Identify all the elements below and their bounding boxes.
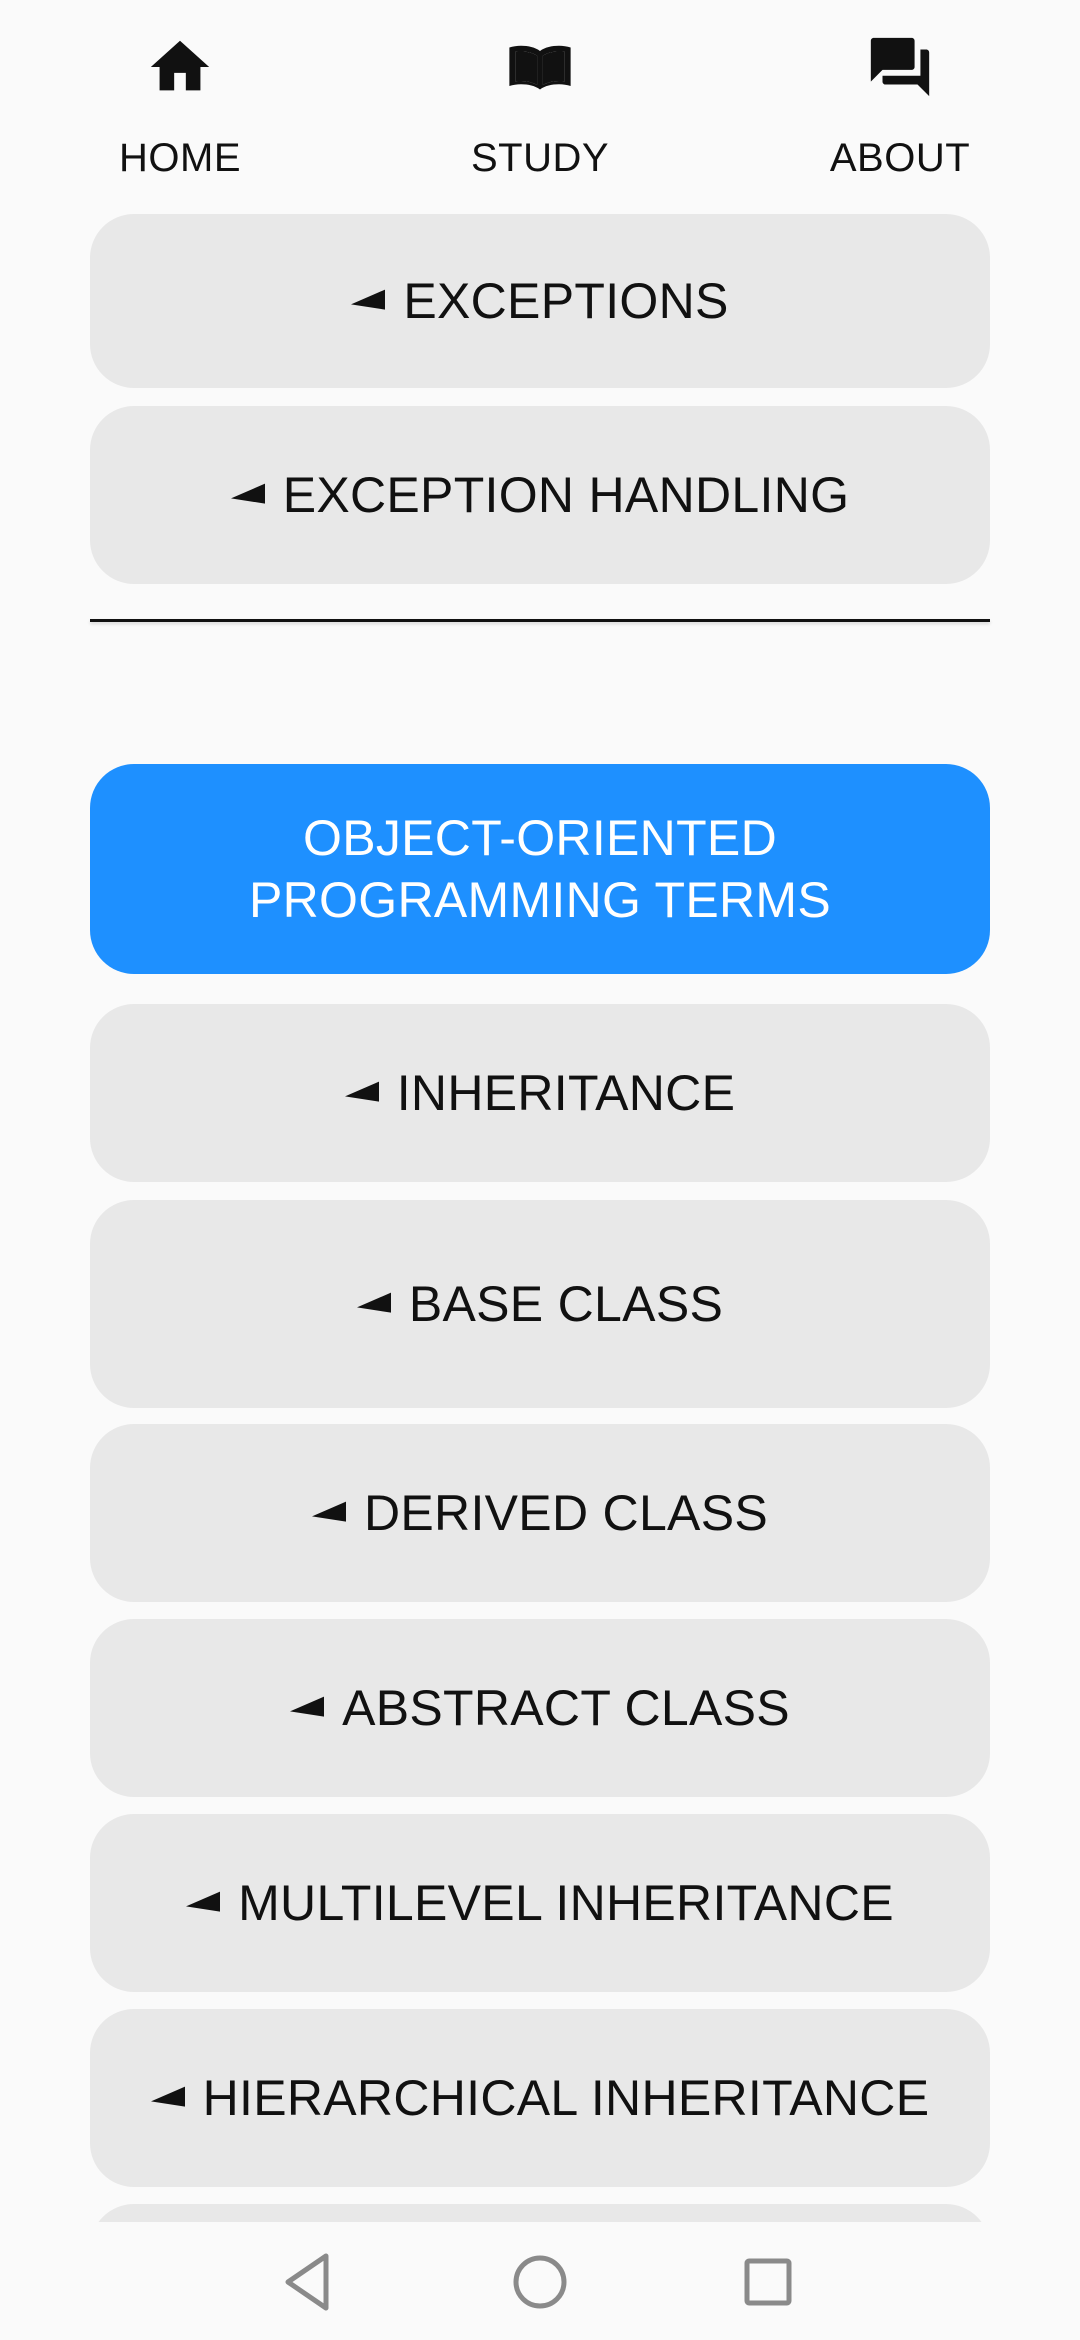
topic-list[interactable]: EXCEPTIONS EXCEPTION HANDLING OBJECT-ORI… bbox=[0, 210, 1080, 2222]
arrow-left-icon bbox=[290, 1696, 325, 1722]
topic-label: DERIVED CLASS bbox=[363, 1485, 769, 1541]
home-icon bbox=[150, 40, 210, 91]
section-header-line: OBJECT-ORIENTED bbox=[303, 810, 777, 866]
arrow-left-icon bbox=[230, 483, 265, 509]
topic-button-exception-handling[interactable]: EXCEPTION HANDLING bbox=[90, 406, 990, 584]
tab-label: HOME bbox=[119, 136, 241, 180]
arrow-left-icon bbox=[351, 289, 386, 315]
arrow-left-icon bbox=[311, 1501, 346, 1527]
topic-label: EXCEPTION HANDLING bbox=[282, 467, 850, 523]
topic-button-abstract-class[interactable]: ABSTRACT CLASS bbox=[90, 1619, 990, 1797]
topic-button-base-class[interactable]: BASE CLASS bbox=[90, 1200, 990, 1408]
topic-button-inheritance[interactable]: INHERITANCE bbox=[90, 1004, 990, 1182]
topic-button-multilevel-inheritance[interactable]: MULTILEVEL INHERITANCE bbox=[90, 1814, 990, 1992]
topic-label: HIERARCHICAL INHERITANCE bbox=[202, 2070, 930, 2126]
tab-about[interactable]: ABOUT bbox=[720, 0, 1080, 210]
tab-study[interactable]: STUDY bbox=[360, 0, 720, 210]
tab-label: STUDY bbox=[470, 136, 610, 180]
forum-icon bbox=[870, 37, 930, 97]
top-tab-bar: HOME STUDY ABOUT bbox=[0, 0, 1080, 210]
system-navigation-bar bbox=[0, 2222, 1080, 2340]
topic-button-derived-class[interactable]: DERIVED CLASS bbox=[90, 1424, 990, 1602]
arrow-left-icon bbox=[150, 2086, 185, 2112]
section-header-line: PROGRAMMING TERMS bbox=[249, 872, 831, 928]
back-icon[interactable] bbox=[268, 2242, 348, 2322]
topic-label: ABSTRACT CLASS bbox=[342, 1680, 790, 1736]
tab-label: ABOUT bbox=[829, 136, 971, 180]
section-divider bbox=[90, 619, 990, 622]
topic-button-exceptions[interactable]: EXCEPTIONS bbox=[90, 214, 990, 388]
arrow-left-icon bbox=[186, 1891, 221, 1917]
section-header-oop-terms[interactable]: OBJECT-ORIENTED PROGRAMMING TERMS bbox=[90, 764, 990, 974]
recent-apps-icon[interactable] bbox=[728, 2242, 808, 2322]
tab-home[interactable]: HOME bbox=[0, 0, 360, 210]
topic-label: MULTILEVEL INHERITANCE bbox=[238, 1875, 894, 1931]
book-icon bbox=[509, 45, 571, 90]
topic-label: INHERITANCE bbox=[396, 1065, 736, 1121]
home-circle-icon[interactable] bbox=[500, 2242, 580, 2322]
topic-button-hierarchical-inheritance[interactable]: HIERARCHICAL INHERITANCE bbox=[90, 2009, 990, 2187]
topic-button-partial[interactable] bbox=[90, 2204, 990, 2222]
arrow-left-icon bbox=[344, 1081, 379, 1107]
topic-label: BASE CLASS bbox=[408, 1276, 724, 1332]
arrow-left-icon bbox=[356, 1292, 391, 1318]
topic-label: EXCEPTIONS bbox=[403, 273, 729, 329]
